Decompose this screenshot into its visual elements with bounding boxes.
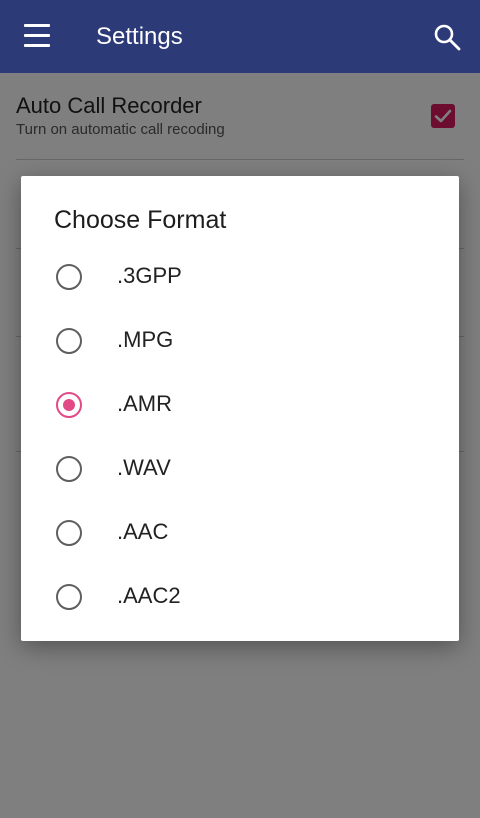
format-option-mpg[interactable]: .MPG xyxy=(21,310,459,374)
radio-button[interactable] xyxy=(56,456,82,482)
option-label: .AAC2 xyxy=(117,583,181,608)
option-label: .3GPP xyxy=(117,263,182,288)
choose-format-dialog: Choose Format .3GPP .MPG .AMR .WAV .AAC … xyxy=(21,176,459,641)
radio-button[interactable] xyxy=(56,328,82,354)
radio-button-selected[interactable] xyxy=(56,392,82,418)
radio-button[interactable] xyxy=(56,520,82,546)
format-option-aac2[interactable]: .AAC2 xyxy=(21,566,459,630)
format-option-aac[interactable]: .AAC xyxy=(21,502,459,566)
option-label: .MPG xyxy=(117,327,174,352)
hamburger-menu-icon[interactable] xyxy=(24,24,50,48)
app-bar: Settings xyxy=(0,0,480,73)
option-label: .AMR xyxy=(117,391,172,416)
format-option-amr[interactable]: .AMR xyxy=(21,374,459,438)
dialog-title: Choose Format xyxy=(54,206,227,234)
option-label: .WAV xyxy=(117,455,171,480)
format-option-wav[interactable]: .WAV xyxy=(21,438,459,502)
format-option-3gpp[interactable]: .3GPP xyxy=(21,246,459,310)
search-icon[interactable] xyxy=(432,22,462,52)
page-title: Settings xyxy=(96,23,183,50)
radio-dot-icon xyxy=(63,399,75,411)
option-label: .AAC xyxy=(117,519,169,544)
radio-button[interactable] xyxy=(56,584,82,610)
radio-button[interactable] xyxy=(56,264,82,290)
